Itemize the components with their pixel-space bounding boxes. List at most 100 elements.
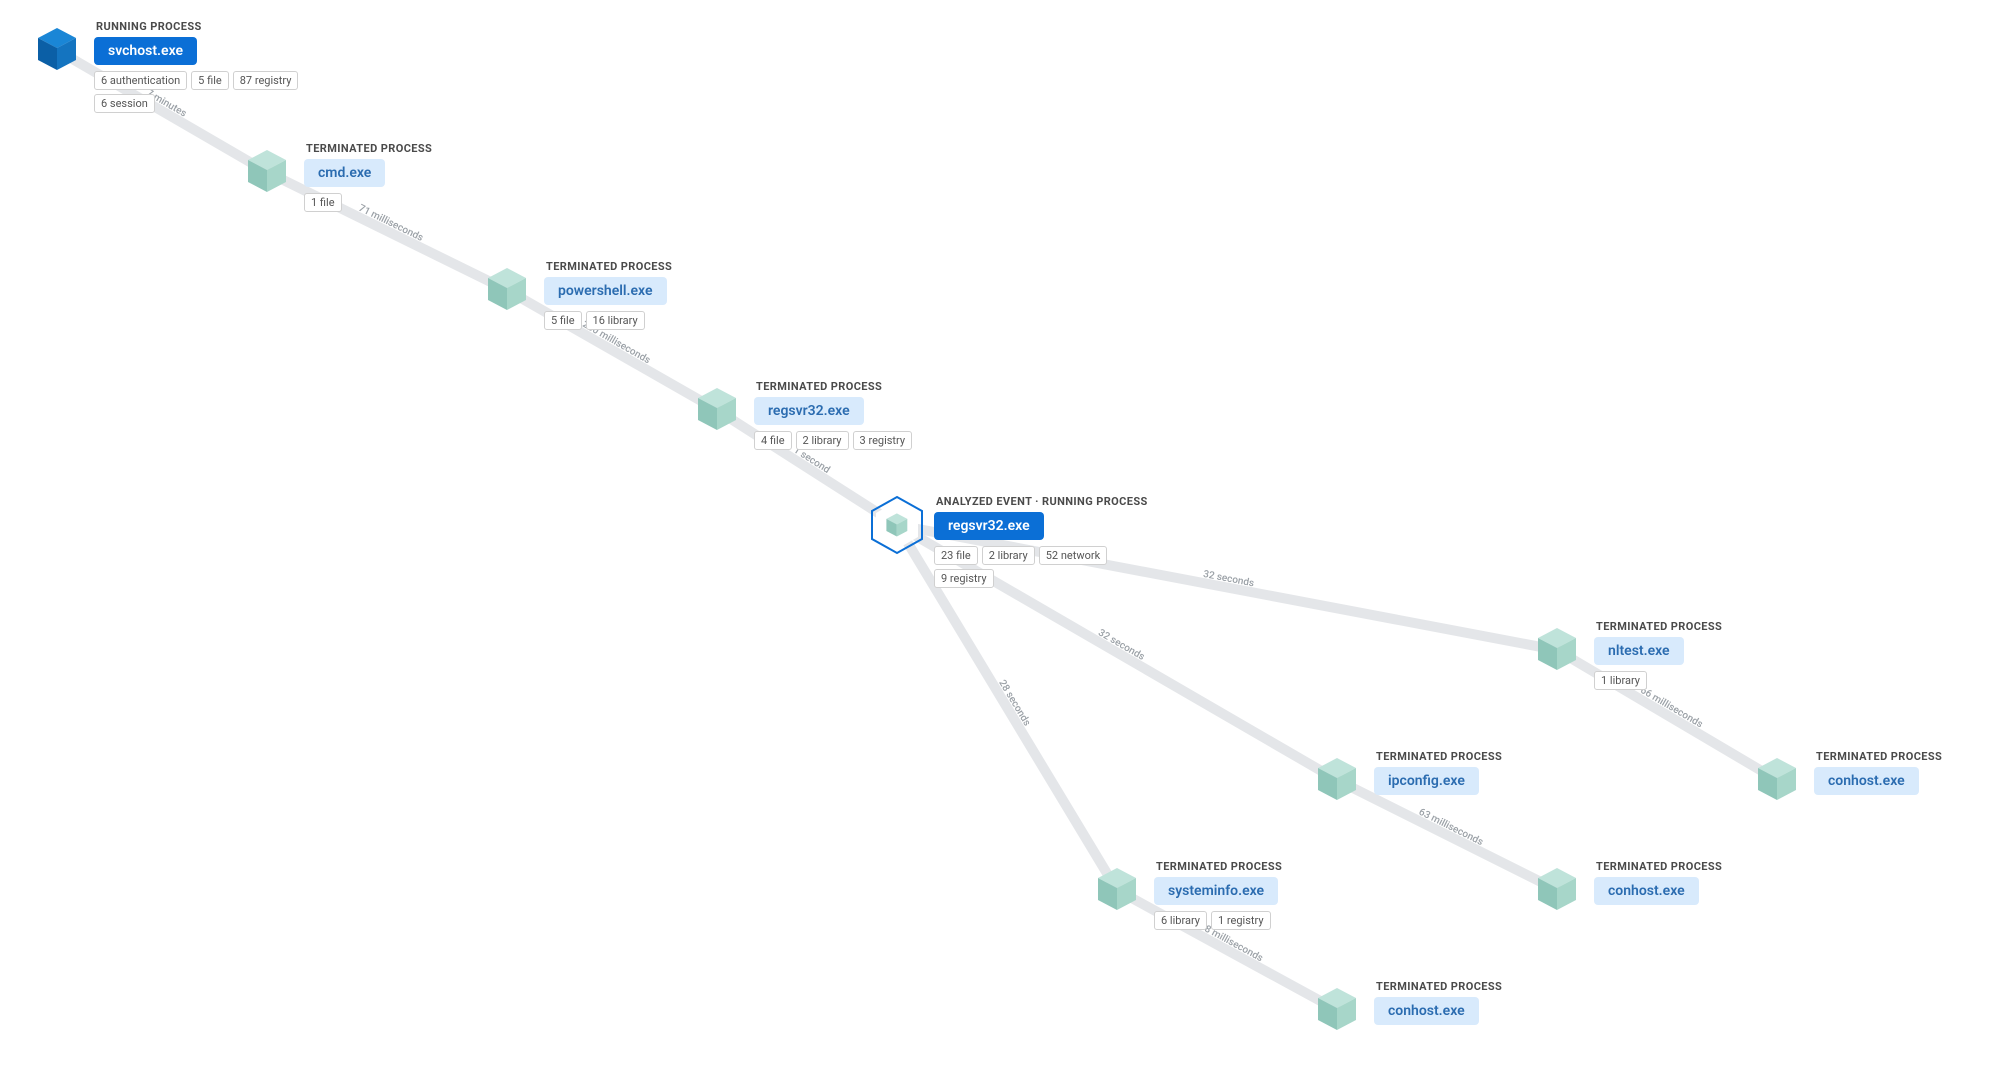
- edge-label: 32 seconds: [1202, 569, 1255, 589]
- tag-label: file: [207, 74, 222, 87]
- tag[interactable]: 5 file: [544, 311, 582, 330]
- tag-count: 1: [1218, 914, 1224, 927]
- tag[interactable]: 6 session: [94, 94, 155, 113]
- node-name[interactable]: conhost.exe: [1814, 767, 1919, 795]
- node-status: TERMINATED PROCESS: [1596, 860, 1722, 873]
- tag-label: file: [320, 196, 335, 209]
- tag-label: file: [956, 549, 971, 562]
- tag-label: library: [608, 314, 638, 327]
- tag-count: 1: [1601, 674, 1607, 687]
- node-tags: 5 file16 library: [544, 311, 645, 330]
- node-name[interactable]: conhost.exe: [1374, 997, 1479, 1025]
- cube-icon: [1310, 750, 1364, 810]
- tag-count: 52: [1046, 549, 1058, 562]
- process-node-svchost[interactable]: RUNNING PROCESS svchost.exe 6 authenticati…: [30, 20, 304, 113]
- process-node-powershell[interactable]: TERMINATED PROCESSpowershell.exe5 file16…: [480, 260, 672, 330]
- node-status: TERMINATED PROCESS: [1596, 620, 1722, 633]
- tag-label: registry: [1227, 914, 1264, 927]
- node-name[interactable]: systeminfo.exe: [1154, 877, 1278, 905]
- tag-label: registry: [255, 74, 292, 87]
- node-status: TERMINATED PROCESS: [756, 380, 882, 393]
- tag-count: 6: [1161, 914, 1167, 927]
- tag[interactable]: 1 library: [1594, 671, 1647, 690]
- tag-label: library: [998, 549, 1028, 562]
- process-node-systeminfo[interactable]: TERMINATED PROCESS systeminfo.exe 6 librar…: [1090, 860, 1282, 930]
- node-name[interactable]: cmd.exe: [304, 159, 385, 187]
- tag[interactable]: 2 library: [982, 546, 1035, 565]
- node-name[interactable]: ipconfig.exe: [1374, 767, 1479, 795]
- tag-label: library: [811, 434, 841, 447]
- tag-label: session: [110, 97, 148, 110]
- tag[interactable]: 9 registry: [934, 569, 994, 588]
- process-node-ipconfig[interactable]: TERMINATED PROCESS ipconfig.exe: [1310, 750, 1502, 810]
- tag-label: registry: [868, 434, 905, 447]
- tag-count: 2: [803, 434, 809, 447]
- node-name[interactable]: svchost.exe: [94, 37, 197, 65]
- process-node-regsvr1[interactable]: TERMINATED PROCESSregsvr32.exe4 file2 li…: [690, 380, 912, 450]
- tag-count: 1: [311, 196, 317, 209]
- cube-icon: [870, 495, 924, 555]
- tag[interactable]: 4 file: [754, 431, 792, 450]
- tag[interactable]: 6 authentication: [94, 71, 187, 90]
- tag-count: 4: [761, 434, 767, 447]
- process-node-conhost_nl[interactable]: TERMINATED PROCESS conhost.exe: [1750, 750, 1942, 810]
- cube-icon: [1750, 750, 1804, 810]
- tag-count: 6: [101, 74, 107, 87]
- tag-label: registry: [950, 572, 987, 585]
- node-tags: 1 file: [304, 193, 342, 212]
- tag-count: 87: [240, 74, 252, 87]
- tag[interactable]: 1 file: [304, 193, 342, 212]
- tag[interactable]: 52 network: [1039, 546, 1107, 565]
- tag-count: 9: [941, 572, 947, 585]
- cube-icon: [480, 260, 534, 320]
- tag-label: authentication: [110, 74, 180, 87]
- cube-icon: [1530, 860, 1584, 920]
- tag-count: 16: [593, 314, 605, 327]
- cube-icon: [1310, 980, 1364, 1040]
- tag[interactable]: 5 file: [191, 71, 229, 90]
- node-name[interactable]: conhost.exe: [1594, 877, 1699, 905]
- node-name[interactable]: regsvr32.exe: [754, 397, 864, 425]
- edge-label: 63 milliseconds: [1417, 807, 1485, 848]
- tag[interactable]: 3 registry: [853, 431, 913, 450]
- cube-icon: [30, 20, 84, 80]
- edge-label: 28 seconds: [996, 678, 1032, 728]
- node-status: RUNNING PROCESS: [96, 20, 202, 33]
- cube-icon: [1090, 860, 1144, 920]
- node-status: TERMINATED PROCESS: [1816, 750, 1942, 763]
- edge-label: 32 seconds: [1096, 627, 1146, 662]
- process-node-conhost_ip[interactable]: TERMINATED PROCESS conhost.exe: [1530, 860, 1722, 920]
- tag[interactable]: 2 library: [796, 431, 849, 450]
- process-node-analyzed[interactable]: ANALYZED EVENT · RUNNING PROCESSregsvr32…: [870, 495, 1148, 588]
- node-tags: 6 library1 registry: [1154, 911, 1271, 930]
- tag[interactable]: 1 registry: [1211, 911, 1271, 930]
- tag-label: network: [1061, 549, 1100, 562]
- tag-label: file: [560, 314, 575, 327]
- cube-icon: [690, 380, 744, 440]
- tag-count: 23: [941, 549, 953, 562]
- node-status: TERMINATED PROCESS: [1376, 980, 1502, 993]
- node-name[interactable]: nltest.exe: [1594, 637, 1684, 665]
- cube-icon: [1530, 620, 1584, 680]
- node-status: TERMINATED PROCESS: [1156, 860, 1282, 873]
- tag-label: library: [1610, 674, 1640, 687]
- tag-count: 2: [989, 549, 995, 562]
- edge-label: 66 milliseconds: [1638, 685, 1704, 730]
- node-tags: 23 file2 library52 network9 registry: [934, 546, 1144, 588]
- process-node-conhost_si[interactable]: TERMINATED PROCESS conhost.exe: [1310, 980, 1502, 1040]
- tag[interactable]: 23 file: [934, 546, 978, 565]
- node-name[interactable]: powershell.exe: [544, 277, 667, 305]
- process-node-nltest[interactable]: TERMINATED PROCESS nltest.exe 1 library: [1530, 620, 1722, 690]
- process-node-cmd[interactable]: TERMINATED PROCESS cmd.exe 1 file: [240, 142, 432, 212]
- node-tags: 1 library: [1594, 671, 1647, 690]
- node-status: TERMINATED PROCESS: [306, 142, 432, 155]
- tag-count: 5: [198, 74, 204, 87]
- tag[interactable]: 6 library: [1154, 911, 1207, 930]
- tag-count: 3: [860, 434, 866, 447]
- node-status: TERMINATED PROCESS: [1376, 750, 1502, 763]
- cube-icon: [240, 142, 294, 202]
- tag[interactable]: 16 library: [586, 311, 645, 330]
- node-name[interactable]: regsvr32.exe: [934, 512, 1044, 540]
- tag[interactable]: 87 registry: [233, 71, 299, 90]
- tag-count: 6: [101, 97, 107, 110]
